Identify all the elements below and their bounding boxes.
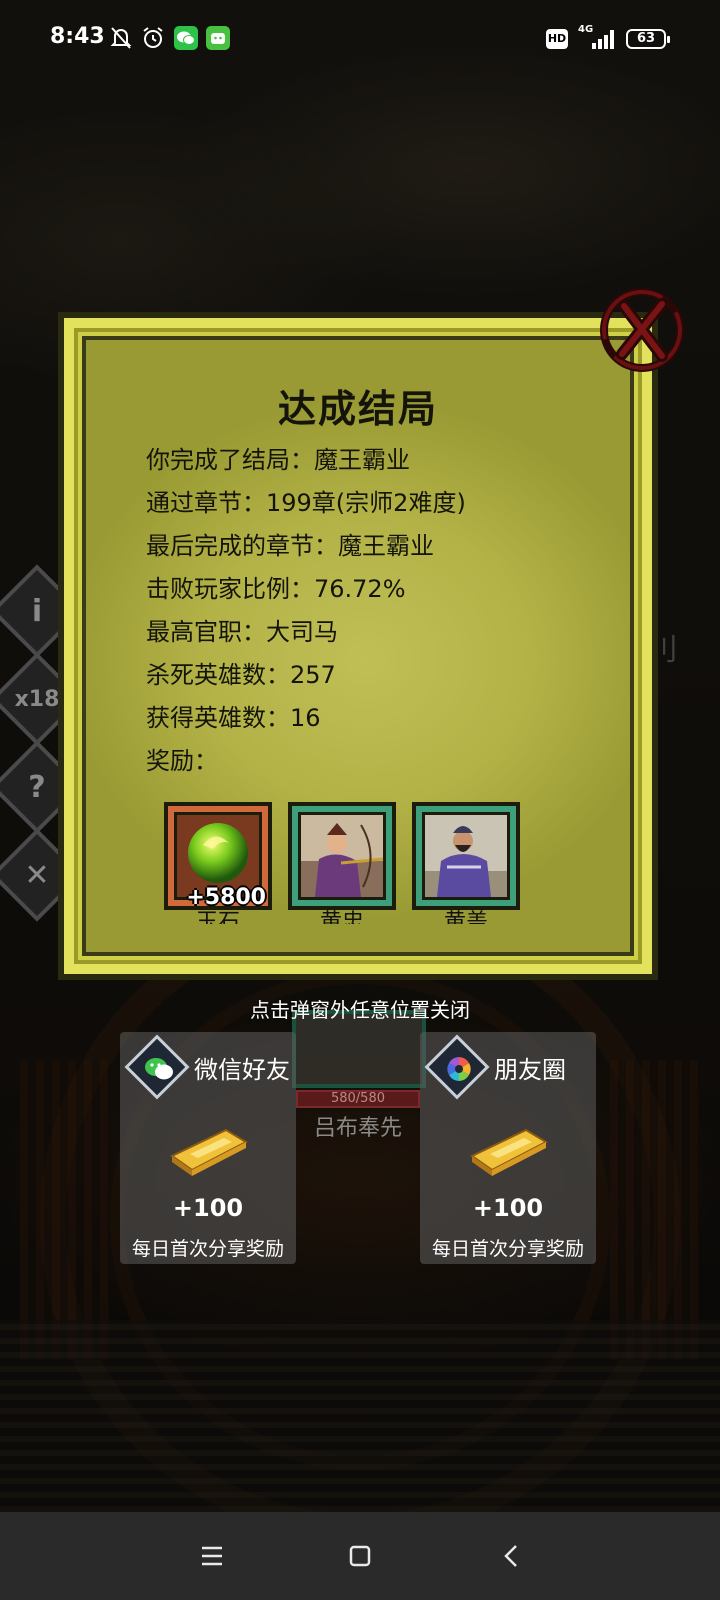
hero-hp-bar: 580/580	[296, 1090, 420, 1108]
share-wechat-friends[interactable]: 微信好友 +100 每日首次分享奖励	[120, 1032, 296, 1264]
defeat-ratio-line: 击败玩家比例：76.72%	[146, 575, 406, 603]
menu-button[interactable]	[190, 1534, 234, 1578]
reward-item-jade[interactable]: +5800	[164, 802, 272, 910]
share-reward-value: +100	[472, 1194, 544, 1222]
battery-indicator: 63	[626, 29, 670, 49]
reward-item-hero-1[interactable]	[288, 802, 396, 910]
close-hint: 点击弹窗外任意位置关闭	[250, 998, 470, 1022]
reward-caption: 黄盖	[443, 910, 488, 924]
heroes-obtained-line: 获得英雄数：16	[146, 704, 321, 732]
alarm-icon	[143, 27, 163, 48]
menu-icon	[202, 1546, 222, 1566]
signal-icon	[592, 30, 614, 49]
wechat-icon	[174, 26, 198, 50]
share-label: 微信好友	[194, 1056, 290, 1084]
chapter-line: 通过章节：199章(宗师2难度)	[146, 489, 466, 517]
wechat-icon	[136, 1046, 182, 1092]
back-icon	[504, 1545, 517, 1567]
hd-badge: HD	[546, 29, 568, 49]
dialog-title: 达成结局	[277, 387, 438, 431]
share-reward-value: +100	[172, 1194, 244, 1222]
mute-bell-icon	[110, 27, 132, 49]
gold-ingot-icon	[170, 1128, 249, 1176]
back-button[interactable]	[490, 1534, 534, 1578]
status-bar: 8:43 HD 4G 63	[0, 0, 720, 78]
moments-icon	[436, 1046, 482, 1092]
share-reward-desc: 每日首次分享奖励	[131, 1238, 284, 1260]
hero-name: 吕布奉先	[313, 1116, 402, 1141]
reward-item-hero-2[interactable]	[412, 802, 520, 910]
ending-dialog: 达成结局 你完成了结局：魔王霸业 通过章节：199章(宗师2难度) 最后完成的章…	[58, 312, 658, 980]
share-label: 朋友圈	[494, 1056, 566, 1084]
home-icon	[349, 1545, 371, 1567]
reward-caption: 玉石	[195, 910, 240, 924]
highest-rank-line: 最高官职：大司马	[146, 618, 338, 646]
clock: 8:43	[50, 24, 105, 49]
close-x-icon[interactable]	[596, 284, 688, 376]
hero-general-portrait	[425, 815, 507, 897]
rewards-label: 奖励：	[146, 747, 218, 775]
share-reward-desc: 每日首次分享奖励	[431, 1238, 584, 1260]
app-notification-icon	[206, 26, 230, 50]
reward-caption: 黄忠	[319, 910, 364, 924]
share-moments[interactable]: 朋友圈 +100 每日首次分享奖励	[420, 1032, 596, 1264]
gold-ingot-icon	[470, 1128, 549, 1176]
last-chapter-line: 最后完成的章节：魔王霸业	[146, 532, 434, 560]
home-button[interactable]	[338, 1534, 382, 1578]
kills-line: 杀死英雄数：257	[146, 661, 336, 689]
reward-amount: +5800	[186, 885, 266, 910]
hero-archer-portrait	[301, 815, 383, 897]
ending-line: 你完成了结局：魔王霸业	[146, 446, 410, 474]
system-nav-bar	[0, 1512, 720, 1600]
